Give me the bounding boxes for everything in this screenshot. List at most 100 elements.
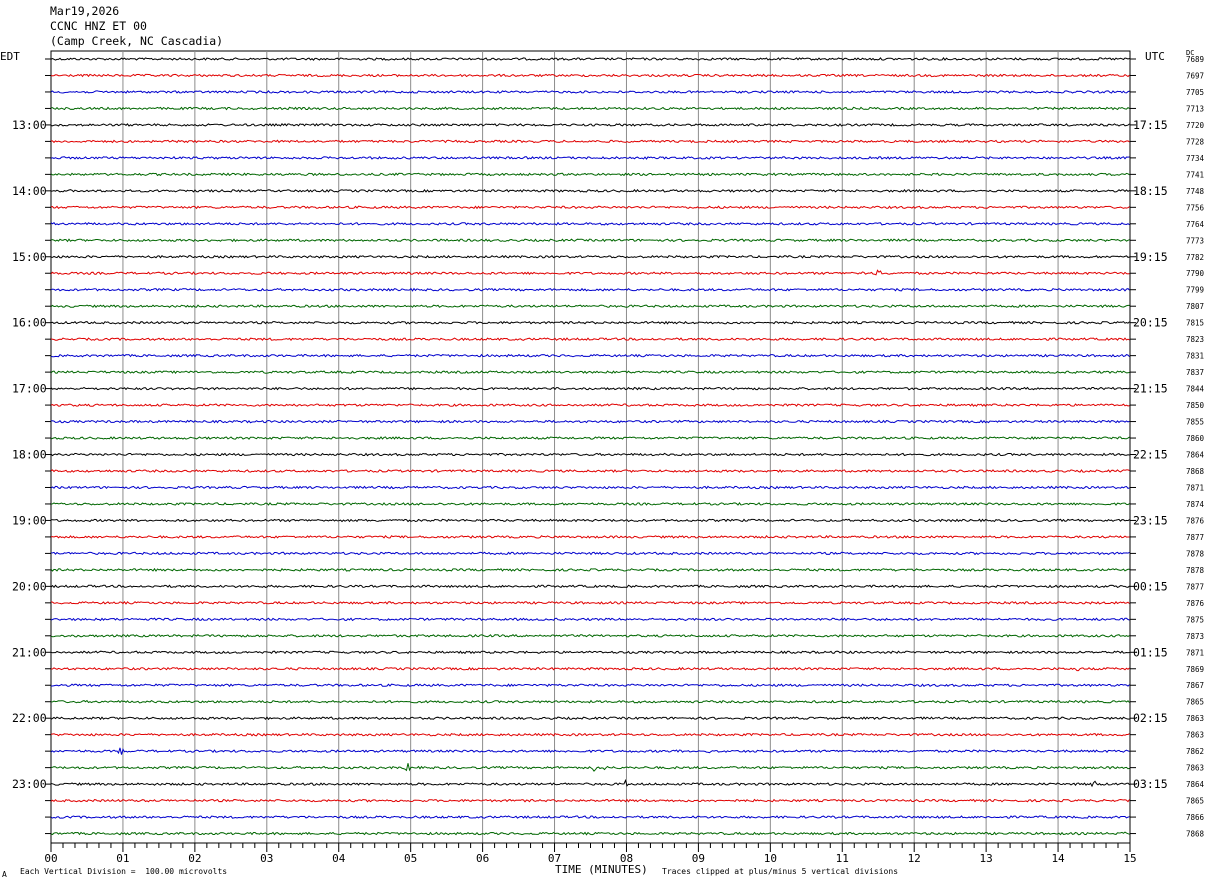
dc-offset-label: 7782 [1186, 253, 1204, 262]
right-hour-label: 01:15 [1133, 645, 1168, 659]
x-tick-label: 02 [188, 852, 201, 865]
seismic-trace [50, 353, 1130, 358]
vertical-division-note: Each Vertical Division = 100.00 microvol… [20, 867, 228, 876]
dc-offset-label: 7878 [1186, 549, 1205, 558]
seismic-trace [50, 584, 1130, 589]
dc-offset-label: 7689 [1186, 55, 1204, 64]
seismic-trace [50, 337, 1130, 342]
dc-offset-label: 7850 [1186, 401, 1205, 410]
dc-offset-label: 7862 [1186, 747, 1204, 756]
x-tick-label: 10 [764, 852, 777, 865]
seismic-trace [50, 535, 1130, 539]
seismic-trace [50, 650, 1130, 655]
seismic-trace [50, 221, 1130, 226]
seismic-trace [50, 452, 1130, 457]
seismic-trace [51, 666, 1130, 672]
seismic-trace [50, 763, 1130, 772]
dc-offset-label: 7869 [1186, 665, 1204, 674]
seismic-trace [50, 747, 1130, 755]
left-hour-label: 16:00 [12, 316, 47, 330]
dc-offset-label: 7734 [1186, 154, 1205, 163]
seismic-trace [50, 123, 1130, 127]
x-tick-label: 11 [836, 852, 849, 865]
trace-lines [50, 57, 1130, 836]
left-hour-label: 19:00 [12, 513, 47, 527]
footer-mark: A [2, 870, 7, 879]
x-tick-label: 12 [908, 852, 921, 865]
seismic-trace [51, 699, 1130, 704]
seismic-trace [50, 419, 1130, 424]
x-tick-label: 05 [404, 852, 417, 865]
dc-offset-label: 7867 [1186, 681, 1204, 690]
dc-offset-label: 7877 [1186, 533, 1204, 542]
dc-offset-label: 7876 [1186, 599, 1205, 608]
seismic-trace [50, 238, 1130, 243]
right-hour-label: 19:15 [1133, 250, 1168, 264]
x-tick-label: 14 [1051, 852, 1065, 865]
right-hour-label: 03:15 [1133, 777, 1168, 791]
dc-offset-label: 7875 [1186, 615, 1204, 624]
dc-offset-label: 7865 [1186, 797, 1204, 806]
seismogram-plot: 00 01 02 03 04 05 06 07 08 09 10 11 12 13 14 1576897697… [12, 50, 1205, 865]
seismic-trace [51, 683, 1130, 688]
seismic-trace [50, 403, 1130, 407]
dc-offset-label: 7864 [1186, 451, 1205, 460]
right-hour-label: 02:15 [1133, 711, 1168, 725]
x-tick-label: 01 [116, 852, 129, 865]
dc-offset-label: 7863 [1186, 731, 1204, 740]
left-hour-label: 15:00 [12, 250, 47, 264]
left-hour-label: 17:00 [12, 382, 47, 396]
dc-offset-label: 7871 [1186, 648, 1204, 657]
dc-offset-label: 7713 [1186, 104, 1204, 113]
left-hour-label: 22:00 [12, 711, 47, 725]
plot-frame [50, 50, 1131, 844]
seismic-trace [50, 320, 1130, 325]
dc-offset-label: 7837 [1186, 368, 1204, 377]
seismic-trace [50, 269, 1130, 276]
seismic-trace [50, 57, 1130, 61]
left-hour-label: 21:00 [12, 645, 47, 659]
dc-offset-label: 7878 [1186, 566, 1205, 575]
x-tick-label: 03 [260, 852, 273, 865]
left-hour-label: 14:00 [12, 184, 47, 198]
dc-offset-label: 7868 [1186, 467, 1205, 476]
dc-offset-label: 7831 [1186, 352, 1204, 361]
dc-offset-label: 7720 [1186, 121, 1205, 130]
dc-offset-label: 7697 [1186, 71, 1204, 80]
dc-offset-label: 7863 [1186, 764, 1204, 773]
right-hour-label: 21:15 [1133, 382, 1168, 396]
seismic-trace [50, 617, 1130, 622]
x-tick-label: 15 [1123, 852, 1136, 865]
dc-offset-label: 7705 [1186, 88, 1204, 97]
right-hour-label: 17:15 [1133, 118, 1168, 132]
seismic-trace [50, 798, 1130, 803]
seismic-trace [50, 139, 1130, 144]
dc-offset-label: 7868 [1186, 830, 1205, 839]
seismic-trace [50, 469, 1130, 473]
right-hour-label: 18:15 [1133, 184, 1168, 198]
seismic-trace [50, 815, 1130, 819]
seismic-trace [50, 831, 1130, 836]
seismic-trace [50, 633, 1130, 638]
dc-offset-label: 7876 [1186, 516, 1205, 525]
dc-offset-label: 7748 [1186, 187, 1205, 196]
dc-offset-label: 7764 [1186, 220, 1205, 229]
seismic-trace [50, 386, 1130, 391]
seismic-trace [50, 304, 1130, 309]
dc-offset-label: 7865 [1186, 698, 1204, 707]
seismic-trace [50, 485, 1130, 490]
seismic-trace [50, 106, 1130, 111]
x-tick-label: 06 [476, 852, 489, 865]
dc-offset-label: 7855 [1186, 418, 1204, 427]
dc-offset-label: 7741 [1186, 170, 1204, 179]
dc-offset-label: 7864 [1186, 780, 1205, 789]
seismic-trace [50, 716, 1130, 721]
dc-offset-label: 7773 [1186, 236, 1204, 245]
seismic-trace [50, 188, 1130, 193]
dc-offset-label: 7790 [1186, 269, 1205, 278]
seismic-trace [50, 172, 1130, 177]
clipping-note: Traces clipped at plus/minus 5 vertical … [662, 867, 899, 876]
dc-offset-label: 7873 [1186, 632, 1204, 641]
dc-offset-label: 7807 [1186, 302, 1204, 311]
seismic-trace [50, 155, 1130, 160]
